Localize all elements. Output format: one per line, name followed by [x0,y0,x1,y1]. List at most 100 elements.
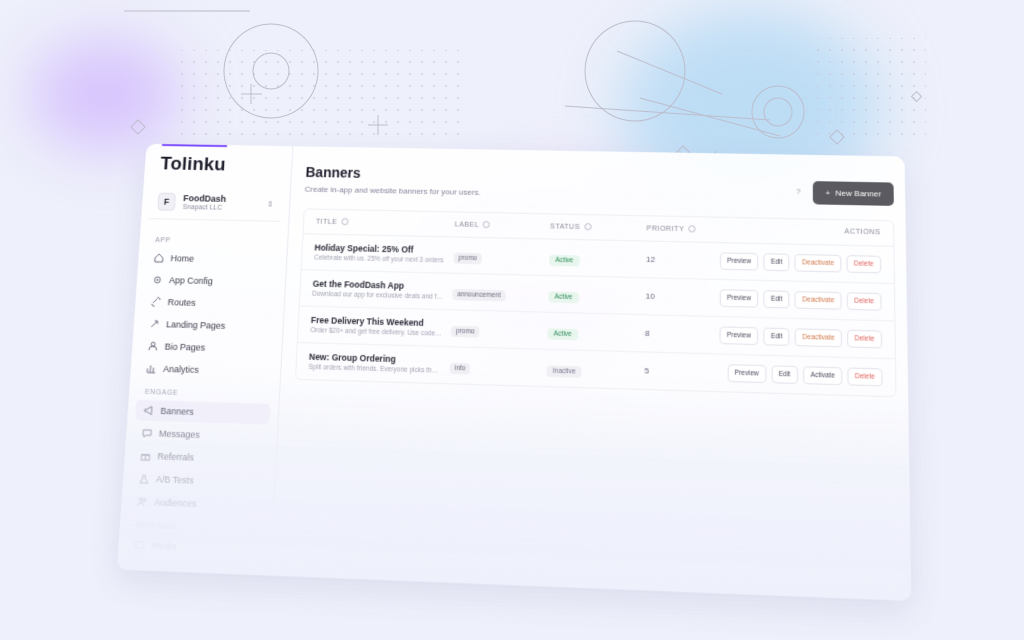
gift-icon [140,451,151,462]
megaphone-icon [143,405,154,416]
brand-accent-bar [161,144,228,148]
sidebar-item-label: Analytics [162,363,200,376]
help-icon[interactable]: ? [796,187,801,196]
row-actions: Preview Edit Activate Delete [719,364,883,387]
banner-description: Split orders with friends. Everyone pick… [308,363,441,375]
flask-icon [139,473,150,484]
sidebar-item-label: Messages [158,428,201,441]
column-header-priority-label: PRIORITY [646,225,685,234]
banner-label-cell: announcement [452,282,549,303]
delete-button[interactable]: Delete [847,367,883,387]
banner-title-cell: New: Group Ordering Split orders with fri… [308,352,450,376]
sidebar-item-landing-pages[interactable]: Landing Pages [141,314,275,338]
delete-button[interactable]: Delete [846,292,882,311]
deactivate-button[interactable]: Deactivate [794,290,842,310]
sidebar-item-label: App Config [168,275,214,287]
rocket-icon [149,319,159,329]
preview-button[interactable]: Preview [719,289,759,308]
preview-button[interactable]: Preview [719,252,759,271]
brand-name: Tolinku [159,153,227,176]
sidebar-item-banners[interactable]: Banners [135,399,271,425]
sidebar-item-label: Audiences [154,496,197,509]
row-actions: Preview Edit Deactivate Delete [719,289,882,311]
new-banner-button-label: New Banner [835,188,882,199]
plus-icon: + [825,188,831,198]
sidebar-item-messages[interactable]: Messages [134,422,270,447]
banner-label-cell: promo [450,319,548,340]
column-header-label: LABEL [455,220,551,230]
sidebar-item-label: Landing Pages [165,319,226,331]
info-icon [583,223,592,231]
deactivate-button[interactable]: Deactivate [794,328,843,348]
banner-title-cell: Free Delivery This Weekend Order $20+ and… [310,315,451,338]
column-header-actions: ACTIONS [844,228,881,237]
banner-status-cell: Active [549,248,646,268]
org-subtitle: Snapact LLC [182,204,223,212]
deactivate-button[interactable]: Deactivate [794,253,842,273]
banner-title: Free Delivery This Weekend [310,314,424,329]
main-content: Banners Create in-app and website banner… [270,146,911,601]
sidebar-item-home[interactable]: Home [146,248,279,271]
users-icon [137,496,148,507]
purple-glow [30,40,180,150]
link-icon [151,297,161,307]
sidebar-item-label: Domains [149,563,187,576]
sidebar-item-bio-pages[interactable]: Bio Pages [140,336,275,360]
activate-button[interactable]: Activate [803,366,843,386]
sidebar-item-audiences[interactable]: Audiences [129,491,266,517]
banner-title-cell: Holiday Special: 25% Off Celebrate with u… [314,242,454,264]
org-name: FoodDash [182,193,227,204]
banner-description: Order $20+ and get free delivery. Use co… [310,327,443,338]
edit-button[interactable]: Edit [763,253,790,272]
banner-label-cell: info [449,356,546,377]
message-icon [142,428,153,439]
sidebar-item-analytics[interactable]: Analytics [138,358,273,382]
preview-button[interactable]: Preview [727,364,767,384]
globe-icon [133,563,144,574]
banner-description: Download our app for exclusive deals and… [312,290,445,301]
column-header-priority: PRIORITY [646,224,720,234]
app-screenshot-card: Tolinku F FoodDash Snapact LLC ⇕ APP Home… [116,143,912,601]
label-badge: promo [450,325,480,338]
edit-button[interactable]: Edit [771,365,798,384]
page-header: Banners Create in-app and website banner… [304,164,894,206]
banner-label-cell: promo [453,246,549,266]
sidebar-item-label: Media [151,540,177,552]
edit-button[interactable]: Edit [763,290,790,309]
org-avatar: F [157,192,176,211]
banner-status-cell: Inactive [546,359,644,380]
banner-status-cell: Active [547,321,645,342]
sidebar-item-label: Banners [160,405,195,418]
delete-button[interactable]: Delete [846,255,881,274]
sidebar-item-a-b-tests[interactable]: A/B Tests [130,468,266,494]
sidebar-item-label: Home [170,253,195,264]
edit-button[interactable]: Edit [763,327,790,346]
table-body: Holiday Special: 25% Off Celebrate with u… [296,234,895,396]
sidebar-item-media[interactable]: Media [126,534,263,560]
column-header-title: TITLE [316,218,455,229]
page-header-text: Banners Create in-app and website banner… [305,164,797,203]
home-icon [154,253,164,263]
gear-icon [152,275,162,285]
row-actions: Preview Edit Deactivate Delete [719,252,881,274]
app-window: Tolinku F FoodDash Snapact LLC ⇕ APP Home… [116,143,912,601]
column-header-status: STATUS [550,222,647,232]
new-banner-button[interactable]: + New Banner [812,181,894,206]
org-switcher[interactable]: F FoodDash Snapact LLC ⇕ [148,184,283,222]
label-badge: info [449,362,471,375]
delete-button[interactable]: Delete [847,329,882,349]
label-badge: announcement [452,288,506,301]
sidebar-item-routes[interactable]: Routes [143,292,277,315]
sidebar-item-referrals[interactable]: Referrals [132,445,268,470]
info-icon [340,218,349,226]
preview-button[interactable]: Preview [719,326,759,346]
info-icon [482,221,491,229]
row-actions: Preview Edit Deactivate Delete [719,326,882,349]
chevron-up-down-icon: ⇕ [266,199,274,209]
status-badge: Active [549,254,580,266]
brand-logo[interactable]: Tolinku [151,144,284,188]
banner-description: Celebrate with us. 25% off your next 3 o… [313,254,444,265]
sidebar-item-domains[interactable]: Domains [124,557,262,584]
sidebar-item-app-config[interactable]: App Config [144,270,278,293]
column-header-status-label: STATUS [550,223,581,232]
